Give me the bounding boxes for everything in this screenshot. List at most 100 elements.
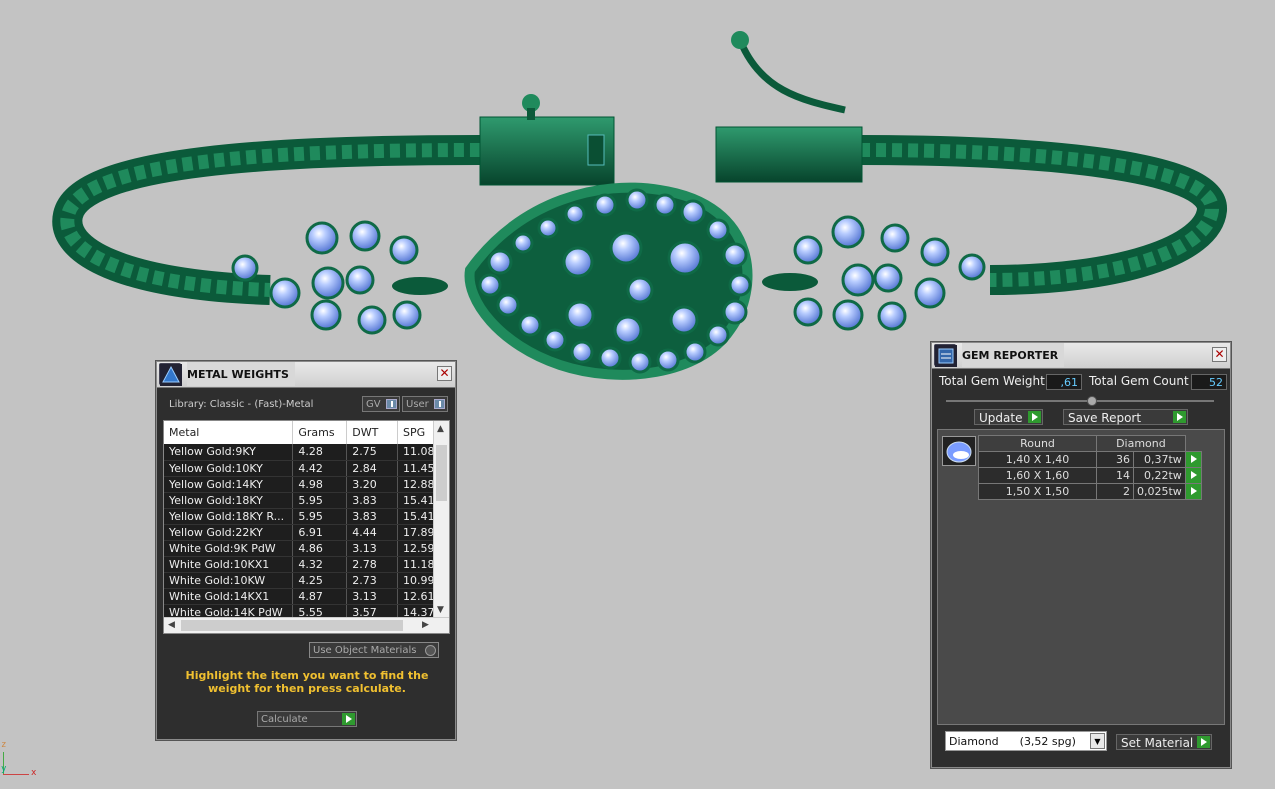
col-spg[interactable]: SPG [397, 421, 435, 444]
select-gem-button[interactable] [1184, 483, 1202, 500]
set-material-label: Set Material [1121, 736, 1194, 750]
grams-cell: 4.28 [292, 444, 348, 461]
table-row[interactable]: Yellow Gold:9KY 4.28 2.75 11.08 [164, 444, 435, 461]
table-row[interactable]: Yellow Gold:18KY 5.95 3.83 15.41 [164, 492, 435, 509]
table-row[interactable]: Yellow Gold:10KY 4.42 2.84 11.45 [164, 460, 435, 477]
col-grams[interactable]: Grams [292, 421, 348, 444]
grams-cell: 4.86 [292, 540, 348, 557]
metal-cell: Yellow Gold:14KY [164, 476, 294, 493]
gem-stone [680, 199, 706, 225]
close-icon[interactable]: ✕ [437, 366, 452, 381]
gem-size-cell: 1,40 X 1,40 [978, 451, 1097, 468]
axis-y-label: y [1, 764, 7, 774]
save-report-button[interactable]: Save Report [1063, 409, 1188, 425]
update-button[interactable]: Update [974, 409, 1043, 425]
gem-row[interactable]: 1,50 X 1,50 2 0,025tw [978, 483, 1202, 500]
scroll-thumb[interactable] [436, 445, 447, 501]
gem-row[interactable]: 1,60 X 1,60 14 0,22tw [978, 467, 1202, 484]
gem-size-cell: 1,60 X 1,60 [978, 467, 1097, 484]
dwt-cell: 2.84 [346, 460, 398, 477]
scroll-thumb[interactable] [181, 620, 403, 631]
use-object-materials-label: Use Object Materials [313, 645, 417, 656]
scroll-right-icon[interactable]: ▶ [422, 620, 429, 630]
col-metal[interactable]: Metal [164, 421, 294, 444]
gem-reporter-titlebar[interactable]: GEM REPORTER ✕ [932, 343, 1230, 369]
metal-table[interactable]: Metal Grams DWT SPG Yellow Gold:9KY 4.28 2… [163, 420, 450, 634]
gem-row[interactable]: 1,40 X 1,40 36 0,37tw [978, 451, 1202, 468]
select-gem-button[interactable] [1184, 467, 1202, 484]
gem-stone [392, 300, 422, 330]
gem-stone [518, 313, 542, 337]
metal-cell: Yellow Gold:18KY [164, 492, 294, 509]
scroll-down-icon[interactable]: ▼ [437, 605, 444, 615]
metal-weights-panel: METAL WEIGHTS ✕ Library: Classic - (Fast… [156, 361, 456, 740]
update-label: Update [979, 411, 1023, 425]
metal-weights-icon [159, 363, 182, 386]
total-gem-weight-label: Total Gem Weight [939, 374, 1045, 388]
gem-stone [609, 231, 643, 265]
table-row[interactable]: White Gold:10KX1 4.32 2.78 11.18 [164, 556, 435, 573]
material-select[interactable]: Diamond (3,52 spg) ▼ [945, 731, 1107, 751]
table-row[interactable]: White Gold:9K PdW 4.86 3.13 12.59 [164, 540, 435, 557]
calculate-label: Calculate [261, 714, 308, 725]
gem-stone [656, 348, 680, 372]
gem-weight-cell: 0,025tw [1133, 483, 1186, 500]
spg-cell: 12.59 [397, 540, 435, 557]
calculate-button[interactable]: Calculate [257, 711, 357, 727]
user-toggle[interactable]: User [402, 396, 448, 412]
metal-cell: Yellow Gold:18KY R... [164, 508, 294, 525]
table-row[interactable]: White Gold:14KX1 4.87 3.13 12.61 [164, 588, 435, 605]
use-object-materials-toggle[interactable]: Use Object Materials [309, 642, 439, 658]
table-row[interactable]: Yellow Gold:14KY 4.98 3.20 12.88 [164, 476, 435, 493]
table-row[interactable]: Yellow Gold:18KY R... 5.95 3.83 15.41 [164, 508, 435, 525]
chevron-down-icon[interactable]: ▼ [1090, 733, 1105, 749]
instruction-text: Highlight the item you want to find the … [185, 669, 429, 695]
gem-stone [269, 277, 301, 309]
gem-stone [487, 249, 513, 275]
set-material-button[interactable]: Set Material [1116, 734, 1212, 750]
gem-stone [958, 253, 986, 281]
gem-stone [831, 215, 865, 249]
scroll-left-icon[interactable]: ◀ [168, 620, 175, 630]
col-dwt[interactable]: DWT [346, 421, 398, 444]
gem-stone [841, 263, 875, 297]
save-report-label: Save Report [1068, 411, 1142, 425]
grams-cell: 4.98 [292, 476, 348, 493]
gem-reporter-panel: GEM REPORTER ✕ Total Gem Weight ,61 Tota… [931, 342, 1231, 768]
gem-stone [880, 223, 910, 253]
gem-stone [231, 254, 259, 282]
spg-cell: 11.08 [397, 444, 435, 461]
gem-stone [722, 299, 748, 325]
metal-cell: White Gold:14KX1 [164, 588, 294, 605]
gem-stone [722, 242, 748, 268]
gem-stone [478, 273, 502, 297]
user-toggle-label: User [406, 399, 429, 410]
size-slider[interactable] [946, 396, 1214, 406]
select-gem-button[interactable] [1184, 451, 1202, 468]
gem-reporter-icon [934, 344, 957, 367]
vertical-scrollbar[interactable]: ▲ ▼ [433, 421, 449, 618]
gem-size-cell: 1,50 X 1,50 [978, 483, 1097, 500]
grams-cell: 5.95 [292, 508, 348, 525]
gem-stone [625, 188, 649, 212]
scroll-up-icon[interactable]: ▲ [437, 424, 444, 434]
close-icon[interactable]: ✕ [1212, 347, 1227, 362]
round-diamond-icon [942, 436, 976, 466]
table-row[interactable]: White Gold:10KW 4.25 2.73 10.99 [164, 572, 435, 589]
table-row[interactable]: Yellow Gold:22KY 6.91 4.44 17.89 [164, 524, 435, 541]
gem-stone [706, 323, 730, 347]
slider-knob[interactable] [1087, 396, 1097, 406]
gem-stone [305, 221, 339, 255]
grams-cell: 6.91 [292, 524, 348, 541]
gem-stone [565, 300, 595, 330]
gem-list[interactable]: Round Diamond 1,40 X 1,40 36 0,37tw 1,60 X … [937, 429, 1225, 725]
gem-stone [832, 299, 864, 331]
toggle-icon [386, 399, 397, 409]
spg-cell: 15.41 [397, 492, 435, 509]
horizontal-scrollbar[interactable]: ◀ ▶ [164, 617, 449, 633]
gem-stone [564, 203, 586, 225]
gem-stone [496, 293, 520, 317]
bracelet-model[interactable] [52, 31, 1227, 380]
gv-toggle[interactable]: GV [362, 396, 400, 412]
metal-weights-titlebar[interactable]: METAL WEIGHTS ✕ [157, 362, 455, 388]
